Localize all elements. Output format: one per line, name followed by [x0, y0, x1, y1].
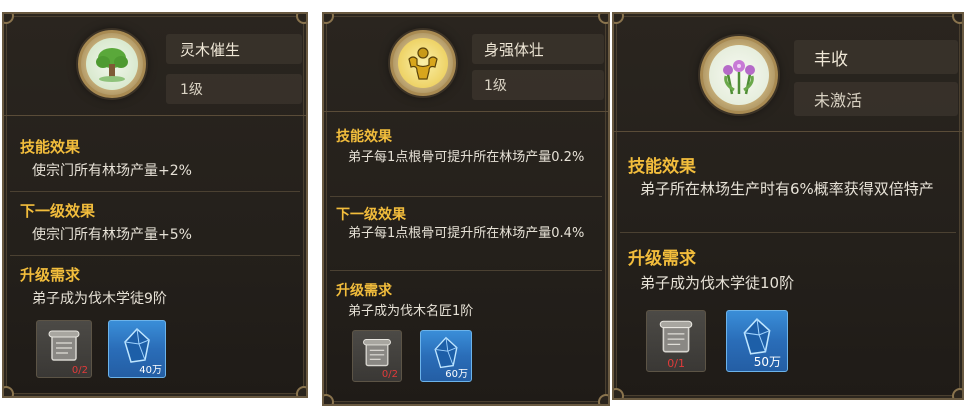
scroll-icon [659, 321, 693, 353]
requirement-text: 弟子成为伐木学徒10阶 [640, 274, 795, 292]
next-level-text: 使宗门所有林场产量+5% [32, 227, 192, 243]
corner-ornament [598, 394, 608, 404]
skill-name-text: 丰收 [814, 49, 848, 70]
skill-name-text: 灵木催生 [180, 40, 241, 59]
section-divider [10, 191, 300, 192]
requirement-title: 升级需求 [20, 266, 81, 284]
next-level-title: 下一级效果 [20, 202, 96, 220]
requirement-text: 弟子成为伐木名匠1阶 [348, 304, 474, 319]
requirement-title: 升级需求 [336, 283, 392, 299]
requirement-text: 弟子成为伐木学徒9阶 [32, 291, 167, 307]
crystal-item-slot[interactable]: 60万 [420, 330, 472, 382]
flower-icon [709, 45, 769, 105]
item-count: 40万 [139, 365, 162, 376]
next-level-text: 弟子每1点根骨可提升所在林场产量0.4% [348, 226, 585, 241]
skill-name: 丰收 [794, 40, 958, 74]
effect-text: 弟子所在林场生产时有6%概率获得双倍特产 [640, 180, 934, 198]
strongman-icon [398, 38, 448, 88]
section-divider [330, 270, 602, 271]
item-count: 50万 [753, 355, 781, 369]
scroll-icon [48, 330, 80, 361]
corner-ornament [4, 386, 14, 396]
skill-name: 身强体壮 [472, 34, 604, 64]
requirement-title: 升级需求 [628, 249, 696, 269]
skill-card-fengshou: 丰收 未激活 技能效果 弟子所在林场生产时有6%概率获得双倍特产 升级需求 弟子… [612, 12, 964, 400]
skill-icon-frame [390, 30, 456, 96]
skill-level-text: 1级 [484, 78, 507, 94]
skill-level: 未激活 [794, 82, 958, 116]
section-divider [10, 255, 300, 256]
skill-level: 1级 [166, 74, 302, 104]
skill-level-text: 1级 [180, 82, 203, 98]
item-count: 0/2 [381, 369, 398, 380]
skill-level-text: 未激活 [814, 91, 863, 110]
crystal-item-slot[interactable]: 40万 [108, 320, 166, 378]
effect-title: 技能效果 [336, 129, 392, 145]
corner-ornament [952, 388, 962, 398]
skill-card-lingmu: 灵木催生 1级 技能效果 使宗门所有林场产量+2% 下一级效果 使宗门所有林场产… [2, 12, 308, 398]
tree-icon [86, 38, 138, 90]
skill-header: 灵木催生 1级 [4, 14, 306, 116]
section-divider [330, 196, 602, 197]
scroll-item-slot[interactable]: 0/1 [646, 310, 706, 372]
corner-ornament [324, 394, 334, 404]
scroll-item-slot[interactable]: 0/2 [352, 330, 402, 382]
item-count: 0/1 [667, 357, 685, 370]
skill-icon-frame [700, 36, 778, 114]
scroll-icon [363, 339, 391, 367]
effect-text: 使宗门所有林场产量+2% [32, 163, 192, 179]
section-divider [620, 232, 956, 233]
skill-name-text: 身强体壮 [484, 40, 545, 59]
next-level-title: 下一级效果 [336, 207, 406, 223]
skill-icon-frame [78, 30, 146, 98]
scroll-item-slot[interactable]: 0/2 [36, 320, 92, 378]
skill-header: 丰收 未激活 [614, 14, 962, 132]
skill-level: 1级 [472, 70, 604, 100]
skill-name: 灵木催生 [166, 34, 302, 64]
skill-header: 身强体壮 1级 [324, 14, 608, 112]
item-count: 60万 [445, 369, 468, 380]
effect-text: 弟子每1点根骨可提升所在林场产量0.2% [348, 150, 585, 165]
crystal-item-slot[interactable]: 50万 [726, 310, 788, 372]
crystal-icon [124, 327, 150, 363]
skill-card-shenqiang: 身强体壮 1级 技能效果 弟子每1点根骨可提升所在林场产量0.2% 下一级效果 … [322, 12, 610, 406]
effect-title: 技能效果 [20, 138, 81, 156]
corner-ornament [614, 388, 624, 398]
corner-ornament [296, 386, 306, 396]
item-count: 0/2 [71, 365, 88, 376]
effect-title: 技能效果 [628, 157, 696, 177]
